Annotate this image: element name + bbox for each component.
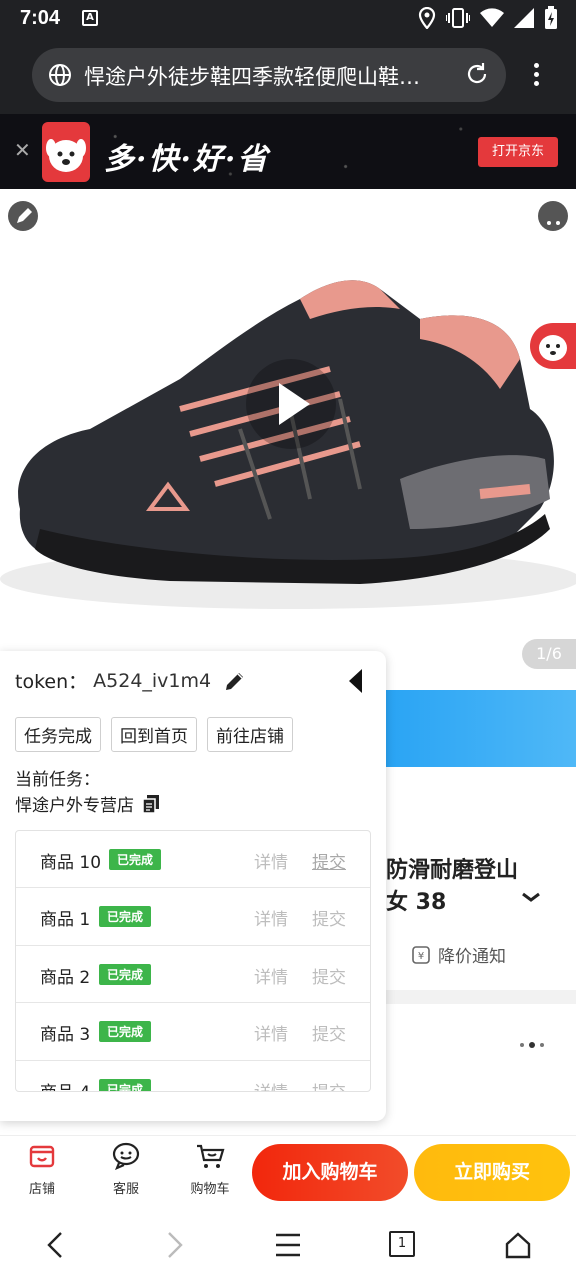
screen: 7:04 A 悍途户外徒步鞋四季款轻便爬山鞋… ✕ 多·快·好·省 打开京东 1… [0, 0, 576, 1280]
pencil-icon[interactable] [223, 669, 247, 693]
chevron-down-icon[interactable] [520, 890, 542, 904]
customer-service-icon [112, 1142, 140, 1171]
vibrate-icon [446, 8, 470, 28]
back-home-button[interactable]: 回到首页 [111, 717, 197, 752]
detail-link[interactable]: 详情 [254, 1020, 288, 1045]
token-label: token： [15, 671, 88, 693]
token-value: A524_iv1m4 [93, 669, 212, 692]
task-row: 商品 2 已完成 详情 提交 [16, 946, 370, 1004]
add-to-cart-button[interactable]: 加入购物车 [252, 1144, 408, 1201]
shop-icon [29, 1145, 55, 1168]
open-jd-button[interactable]: 打开京东 [478, 137, 558, 167]
buy-now-button[interactable]: 立即购买 [414, 1144, 570, 1201]
tabs-button[interactable]: 1 [389, 1231, 415, 1257]
back-arrow-icon[interactable] [44, 1230, 68, 1260]
status-badge: 已完成 [99, 906, 152, 928]
home-icon[interactable] [504, 1230, 532, 1260]
jd-float-icon[interactable] [530, 323, 576, 369]
task-panel: token： A524_iv1m4 任务完成 回到首页 前往店铺 当前任务： 悍… [0, 651, 386, 1121]
task-row-name: 商品 10 [40, 853, 102, 873]
svg-text:¥: ¥ [418, 951, 424, 962]
browser-nav-bar: 1 [0, 1210, 576, 1280]
page-indicator [520, 1042, 544, 1048]
status-badge: 已完成 [99, 1021, 152, 1043]
promo-banner[interactable] [386, 690, 576, 767]
task-row: 商品 4 已完成 详情 提交 [16, 1061, 370, 1091]
edit-circle-icon[interactable] [8, 201, 38, 231]
reload-icon[interactable] [464, 61, 490, 87]
submit-link[interactable]: 提交 [312, 963, 346, 988]
browser-toolbar: 悍途户外徒步鞋四季款轻便爬山鞋… [0, 38, 576, 114]
jd-logo [42, 122, 90, 182]
service-label: 客服 [112, 1182, 139, 1197]
image-counter: 1/6 [522, 639, 576, 669]
current-task-shop-name: 悍途户外专营店 [15, 796, 134, 816]
browser-menu-button[interactable] [526, 60, 546, 90]
shop-label: 店铺 [28, 1182, 55, 1197]
product-title-line1: 防滑耐磨登山 [386, 858, 519, 883]
task-row: 商品 3 已完成 详情 提交 [16, 1003, 370, 1061]
task-complete-button[interactable]: 任务完成 [15, 717, 101, 752]
detail-link[interactable]: 详情 [254, 1078, 288, 1091]
cart-icon [197, 1144, 225, 1168]
collapse-panel-icon[interactable] [346, 667, 366, 695]
task-row-name: 商品 4 [40, 1078, 90, 1091]
current-task-label: 当前任务： [15, 770, 100, 790]
price-alert-button[interactable]: ¥ 降价通知 [410, 942, 506, 967]
jd-slogan: 多·快·好·省 [104, 142, 270, 177]
more-icon[interactable] [538, 201, 568, 231]
play-video-button[interactable] [246, 359, 336, 449]
shop-button[interactable]: 店铺 [12, 1142, 72, 1197]
detail-link[interactable]: 详情 [254, 848, 288, 873]
signal-icon [514, 8, 534, 28]
submit-link[interactable]: 提交 [312, 905, 346, 930]
address-bar[interactable]: 悍途户外徒步鞋四季款轻便爬山鞋… [32, 48, 506, 102]
go-to-shop-button[interactable]: 前往店铺 [207, 717, 293, 752]
token-row: token： A524_iv1m4 [15, 667, 247, 694]
wifi-icon [480, 8, 504, 27]
submit-link[interactable]: 提交 [312, 1078, 346, 1091]
globe-icon [49, 64, 71, 86]
task-list: 商品 10 已完成 详情 提交 商品 1 已完成 详情 提交 商品 2 已完成 … [15, 830, 371, 1092]
status-badge: 已完成 [99, 963, 152, 985]
submit-link[interactable]: 提交 [312, 1020, 346, 1045]
detail-link[interactable]: 详情 [254, 963, 288, 988]
status-badge: 已完成 [109, 849, 162, 870]
copy-icon[interactable] [142, 794, 160, 814]
status-badge: 已完成 [99, 1078, 152, 1091]
task-row: 商品 1 已完成 详情 提交 [16, 888, 370, 946]
url-text[interactable]: 悍途户外徒步鞋四季款轻便爬山鞋… [84, 61, 454, 91]
service-button[interactable]: 客服 [96, 1142, 156, 1197]
accessibility-icon: A [82, 10, 98, 26]
battery-icon [545, 6, 557, 29]
forward-arrow-icon[interactable] [162, 1230, 186, 1260]
product-title-line2: 女 38 [386, 890, 447, 915]
product-action-bar: 店铺 客服 购物车 加入购物车 立即购买 [0, 1135, 576, 1209]
location-icon [418, 7, 436, 29]
cart-label: 购物车 [190, 1182, 230, 1197]
status-icons [418, 6, 558, 30]
price-alert-label: 降价通知 [438, 947, 506, 967]
task-row-name: 商品 2 [40, 967, 91, 988]
price-tag-icon: ¥ [412, 945, 430, 964]
submit-link[interactable]: 提交 [312, 848, 346, 873]
status-time: 7:04 [20, 7, 61, 29]
close-icon[interactable]: ✕ [14, 140, 31, 160]
menu-icon[interactable] [274, 1230, 302, 1260]
task-row: 商品 10 已完成 详情 提交 [16, 831, 370, 889]
panel-actions: 任务完成 回到首页 前往店铺 [15, 717, 293, 752]
current-task-shop: 悍途户外专营店 [15, 791, 160, 816]
product-gallery[interactable]: 1/6 [0, 189, 576, 689]
product-title: 防滑耐磨登山 女 38 [386, 855, 518, 919]
jd-app-banner: ✕ 多·快·好·省 打开京东 [0, 114, 576, 189]
task-row-name: 商品 1 [40, 910, 91, 931]
detail-link[interactable]: 详情 [254, 905, 288, 930]
cart-button[interactable]: 购物车 [180, 1142, 240, 1197]
task-row-name: 商品 3 [40, 1025, 91, 1046]
status-bar: 7:04 A [0, 0, 576, 38]
